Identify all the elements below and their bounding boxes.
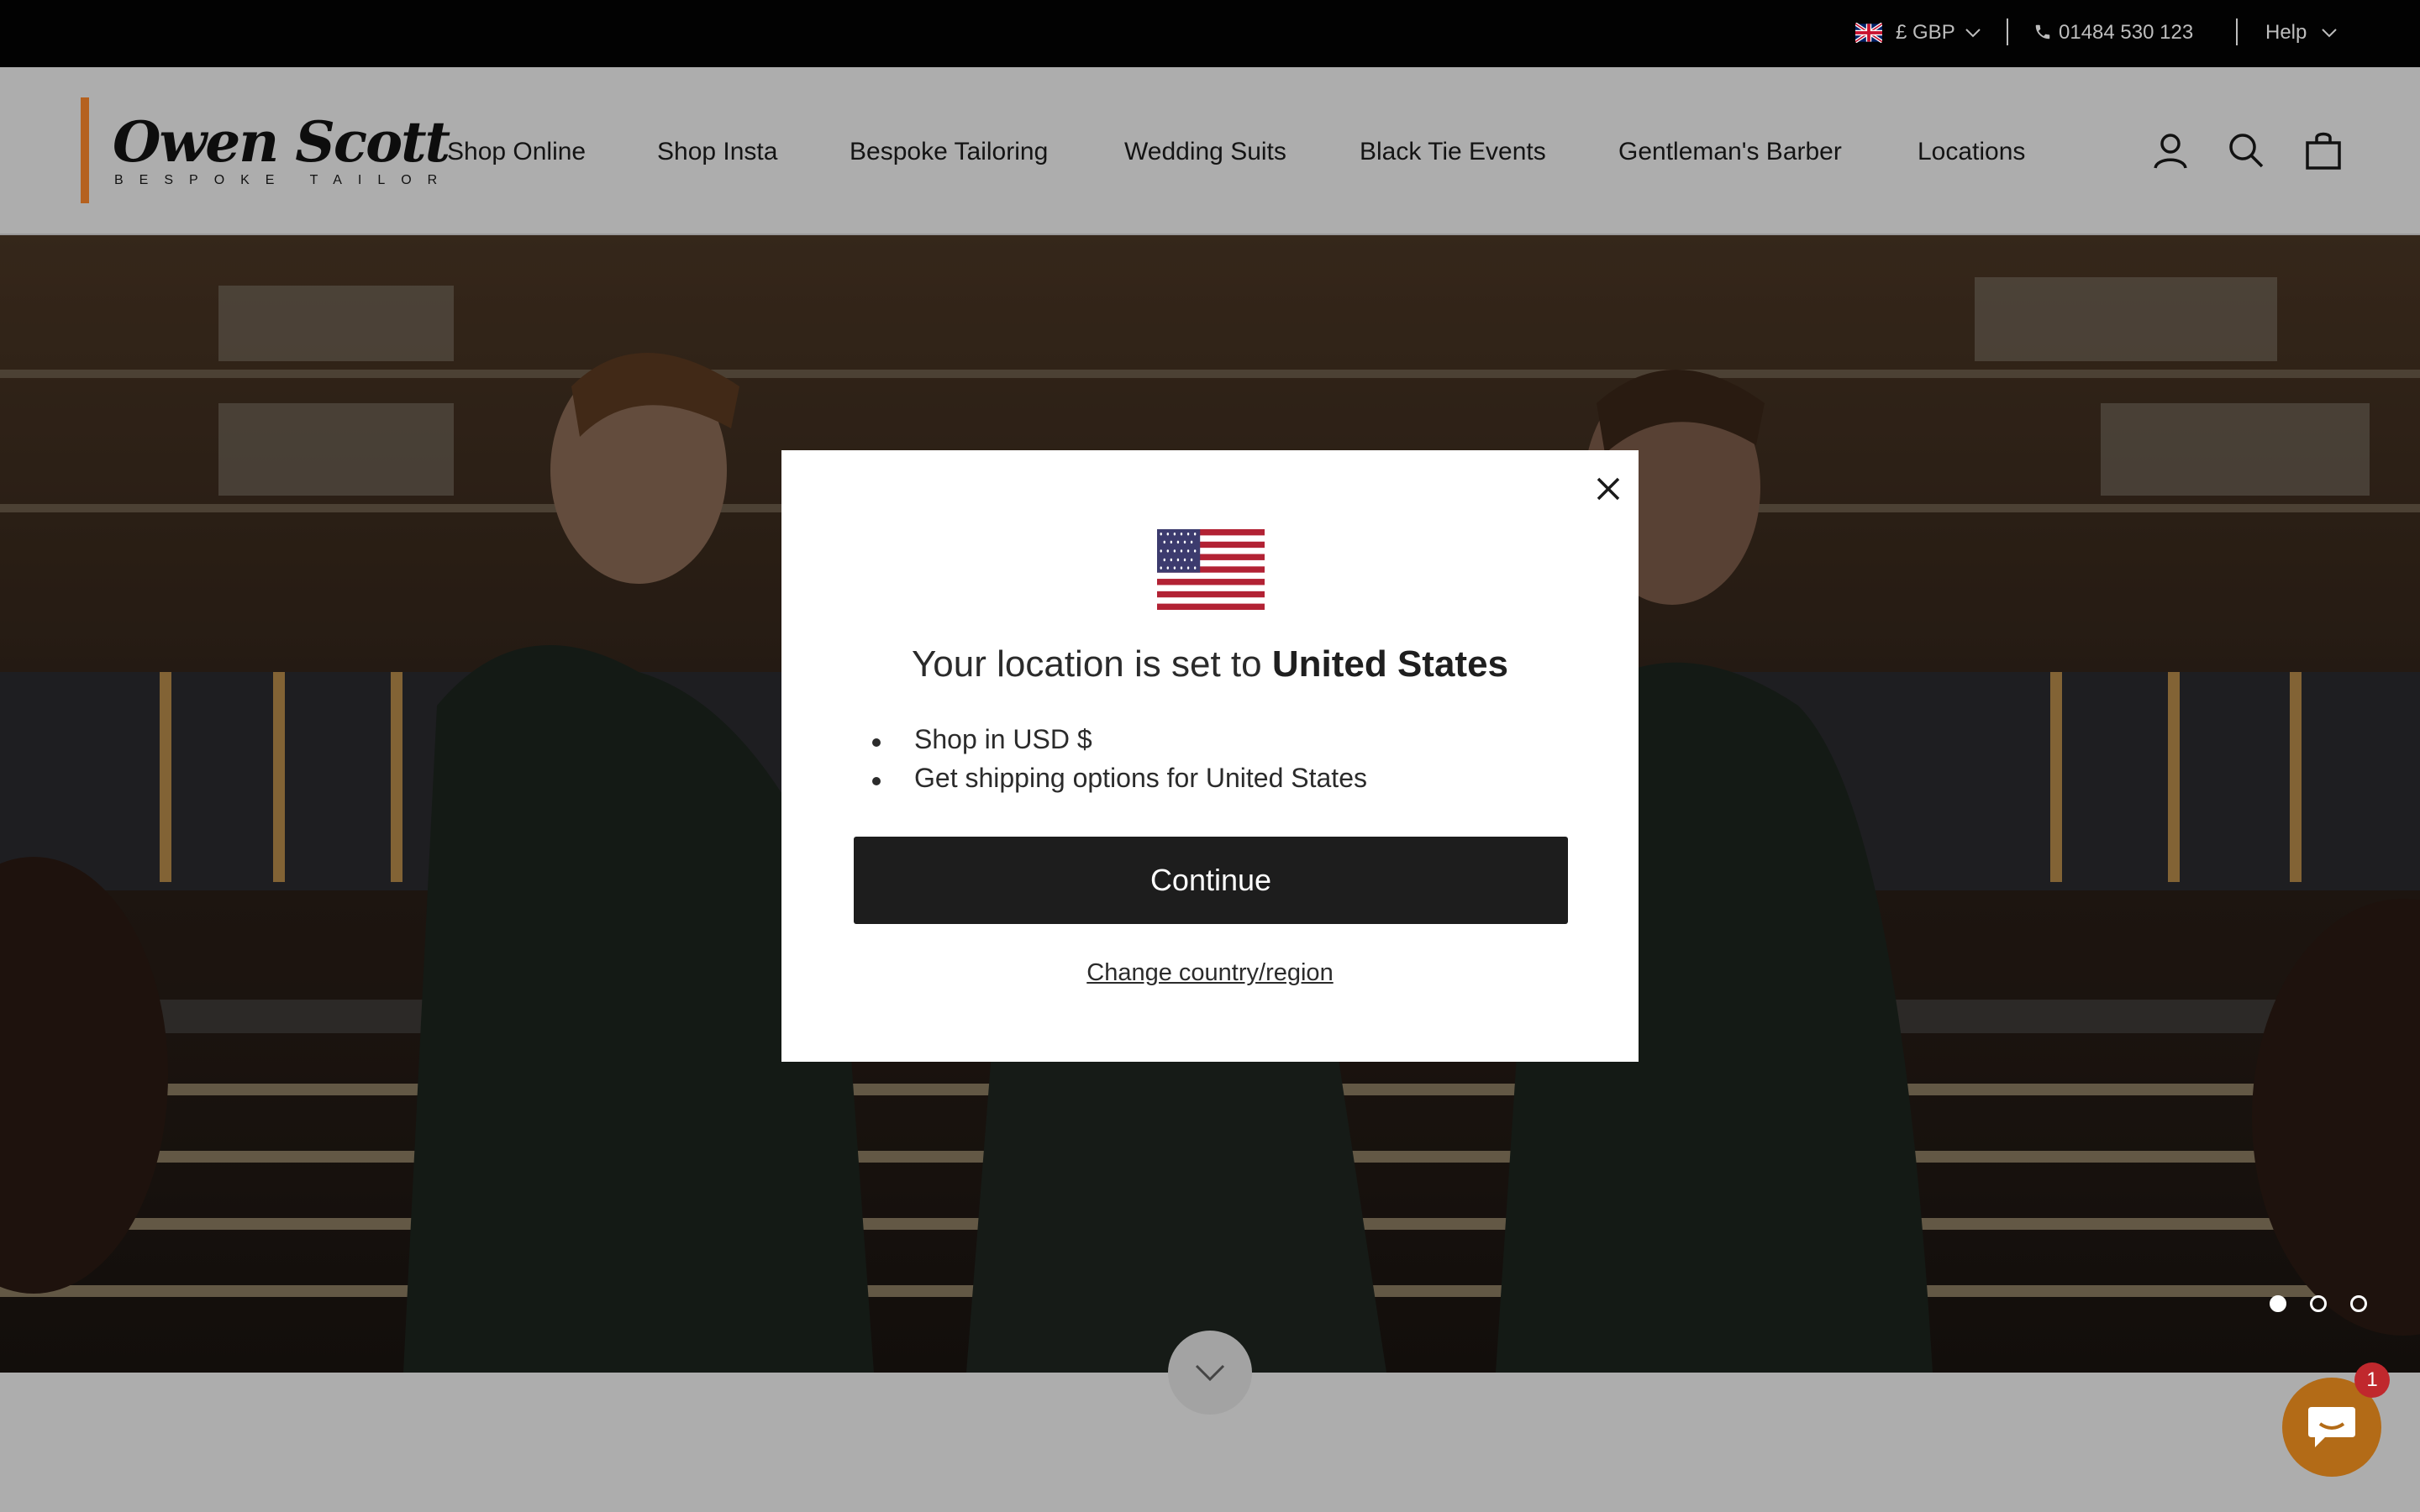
divider — [2007, 18, 2008, 45]
logo-accent-bar — [81, 97, 89, 203]
slide-dot[interactable] — [2310, 1295, 2327, 1312]
list-item: Get shipping options for United States — [872, 763, 1367, 801]
chevron-down-icon — [1195, 1364, 1225, 1382]
us-flag-icon — [1157, 529, 1265, 610]
nav-black-tie-events[interactable]: Black Tie Events — [1360, 138, 1546, 166]
close-icon[interactable] — [1588, 469, 1628, 509]
location-modal: Your location is set to United States Sh… — [781, 450, 1639, 1062]
utility-bar: £ GBP 01484 530 123 Help — [0, 0, 2420, 67]
modal-title-prefix: Your location is set to — [911, 643, 1272, 685]
divider — [2236, 18, 2238, 45]
nav-shop-online[interactable]: Shop Online — [447, 138, 586, 166]
modal-benefits-list: Shop in USD $ Get shipping options for U… — [872, 724, 1367, 801]
scroll-down-button[interactable] — [1168, 1331, 1252, 1415]
modal-title-country: United States — [1271, 643, 1509, 685]
search-icon[interactable] — [2225, 129, 2267, 171]
continue-button[interactable]: Continue — [854, 837, 1568, 924]
nav-gentlemans-barber[interactable]: Gentleman's Barber — [1618, 138, 1842, 166]
chat-notification-badge: 1 — [2354, 1362, 2390, 1398]
currency-selector[interactable]: £ GBP — [1896, 21, 1955, 45]
nav-wedding-suits[interactable]: Wedding Suits — [1124, 138, 1286, 166]
site-header: Owen Scott BESPOKE TAILOR Shop Online Sh… — [0, 67, 2420, 235]
list-item: Shop in USD $ — [872, 724, 1367, 763]
nav-shop-insta[interactable]: Shop Insta — [657, 138, 777, 166]
modal-title: Your location is set to United States — [781, 643, 1639, 685]
account-icon[interactable] — [2149, 129, 2191, 171]
slide-dot[interactable] — [2270, 1295, 2286, 1312]
nav-bespoke-tailoring[interactable]: Bespoke Tailoring — [850, 138, 1048, 166]
slide-dot[interactable] — [2350, 1295, 2367, 1312]
logo[interactable]: Owen Scott — [113, 109, 450, 175]
phone-link[interactable]: 01484 530 123 — [2059, 21, 2193, 45]
chevron-down-icon[interactable] — [1965, 27, 1981, 39]
bag-icon[interactable] — [2302, 129, 2344, 171]
help-menu[interactable]: Help — [2265, 21, 2307, 45]
nav-locations[interactable]: Locations — [1918, 138, 2025, 166]
chevron-down-icon[interactable] — [2321, 27, 2338, 39]
phone-icon — [2035, 24, 2050, 39]
logo-tagline: BESPOKE TAILOR — [114, 173, 454, 187]
uk-flag-icon[interactable] — [1855, 23, 1882, 43]
change-country-link[interactable]: Change country/region — [781, 959, 1639, 987]
chat-icon — [2308, 1407, 2355, 1447]
